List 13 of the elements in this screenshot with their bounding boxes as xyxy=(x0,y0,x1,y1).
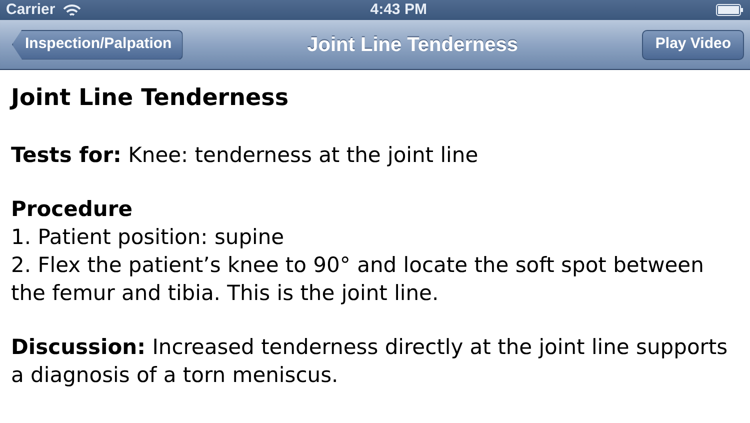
page-heading: Joint Line Tenderness xyxy=(11,84,290,113)
navigation-title: Joint Line Tenderness xyxy=(307,32,518,58)
battery-icon xyxy=(716,4,744,16)
back-button[interactable]: Inspection/Palpation xyxy=(12,30,183,60)
paragraph: Tests for: Knee: tenderness at the joint line xyxy=(11,142,480,169)
paragraph: 1. Patient position: supine xyxy=(11,224,286,251)
paragraph: 2. Flex the patient’s knee to 90° and locate the soft spot between the femur and tibia. This is the joint line. xyxy=(11,252,705,307)
time-label: 4:43 PM xyxy=(370,0,427,20)
carrier-label: Carrier xyxy=(6,0,56,20)
paragraph: Discussion: Increased tenderness directly at the joint line supports a diagnosis of a torn meniscus. xyxy=(11,334,729,389)
wifi-icon xyxy=(63,4,82,16)
section-heading: Procedure xyxy=(11,196,134,223)
play-video-button[interactable]: Play Video xyxy=(642,30,744,60)
